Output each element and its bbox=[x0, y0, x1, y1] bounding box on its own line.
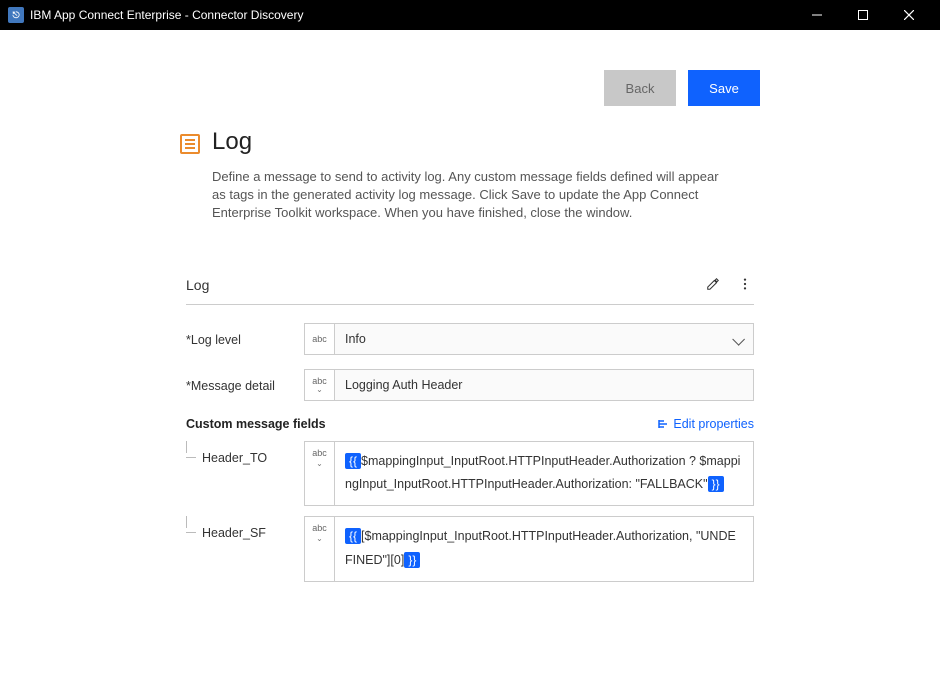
expression-body: $mappingInput_InputRoot.HTTPInputHeader.… bbox=[345, 454, 740, 492]
page-title: Log bbox=[212, 128, 722, 156]
log-level-value: Info bbox=[345, 332, 366, 346]
type-indicator: abc⌄ bbox=[304, 369, 334, 401]
edit-properties-link[interactable]: Edit properties bbox=[657, 417, 754, 431]
page-description: Define a message to send to activity log… bbox=[212, 168, 722, 223]
open-brace-token: {{ bbox=[345, 453, 361, 469]
minimize-button[interactable] bbox=[794, 0, 840, 30]
close-brace-token: }} bbox=[708, 476, 724, 492]
edit-properties-icon bbox=[657, 418, 669, 430]
minimize-icon bbox=[812, 10, 822, 20]
custom-field-header-to-input[interactable]: {{$mappingInput_InputRoot.HTTPInputHeade… bbox=[334, 441, 754, 507]
window-title: IBM App Connect Enterprise - Connector D… bbox=[30, 8, 303, 22]
app-icon: ⎋ bbox=[8, 7, 24, 23]
close-button[interactable] bbox=[886, 0, 932, 30]
log-icon bbox=[180, 134, 200, 154]
panel-title: Log bbox=[186, 277, 209, 293]
log-level-select[interactable]: Info bbox=[334, 323, 754, 355]
custom-field-label: Header_SF bbox=[186, 516, 304, 540]
custom-field-header-sf-input[interactable]: {{[$mappingInput_InputRoot.HTTPInputHead… bbox=[334, 516, 754, 582]
type-indicator: abc⌄ bbox=[304, 516, 334, 582]
edit-button[interactable] bbox=[704, 275, 722, 296]
kebab-icon bbox=[738, 277, 752, 291]
close-icon bbox=[904, 10, 914, 20]
type-indicator: abc bbox=[304, 323, 334, 355]
type-indicator: abc⌄ bbox=[304, 441, 334, 507]
maximize-icon bbox=[858, 10, 868, 20]
close-brace-token: }} bbox=[404, 552, 420, 568]
custom-field-label: Header_TO bbox=[186, 441, 304, 465]
message-detail-value: Logging Auth Header bbox=[345, 378, 462, 392]
save-button[interactable]: Save bbox=[688, 70, 760, 106]
overflow-menu-button[interactable] bbox=[736, 275, 754, 296]
maximize-button[interactable] bbox=[840, 0, 886, 30]
window-titlebar: ⎋ IBM App Connect Enterprise - Connector… bbox=[0, 0, 940, 30]
custom-fields-heading: Custom message fields bbox=[186, 417, 326, 431]
back-button[interactable]: Back bbox=[604, 70, 676, 106]
message-detail-input[interactable]: Logging Auth Header bbox=[334, 369, 754, 401]
open-brace-token: {{ bbox=[345, 528, 361, 544]
message-detail-label: Message detail bbox=[186, 369, 304, 393]
pencil-icon bbox=[706, 277, 720, 291]
log-level-label: Log level bbox=[186, 323, 304, 347]
